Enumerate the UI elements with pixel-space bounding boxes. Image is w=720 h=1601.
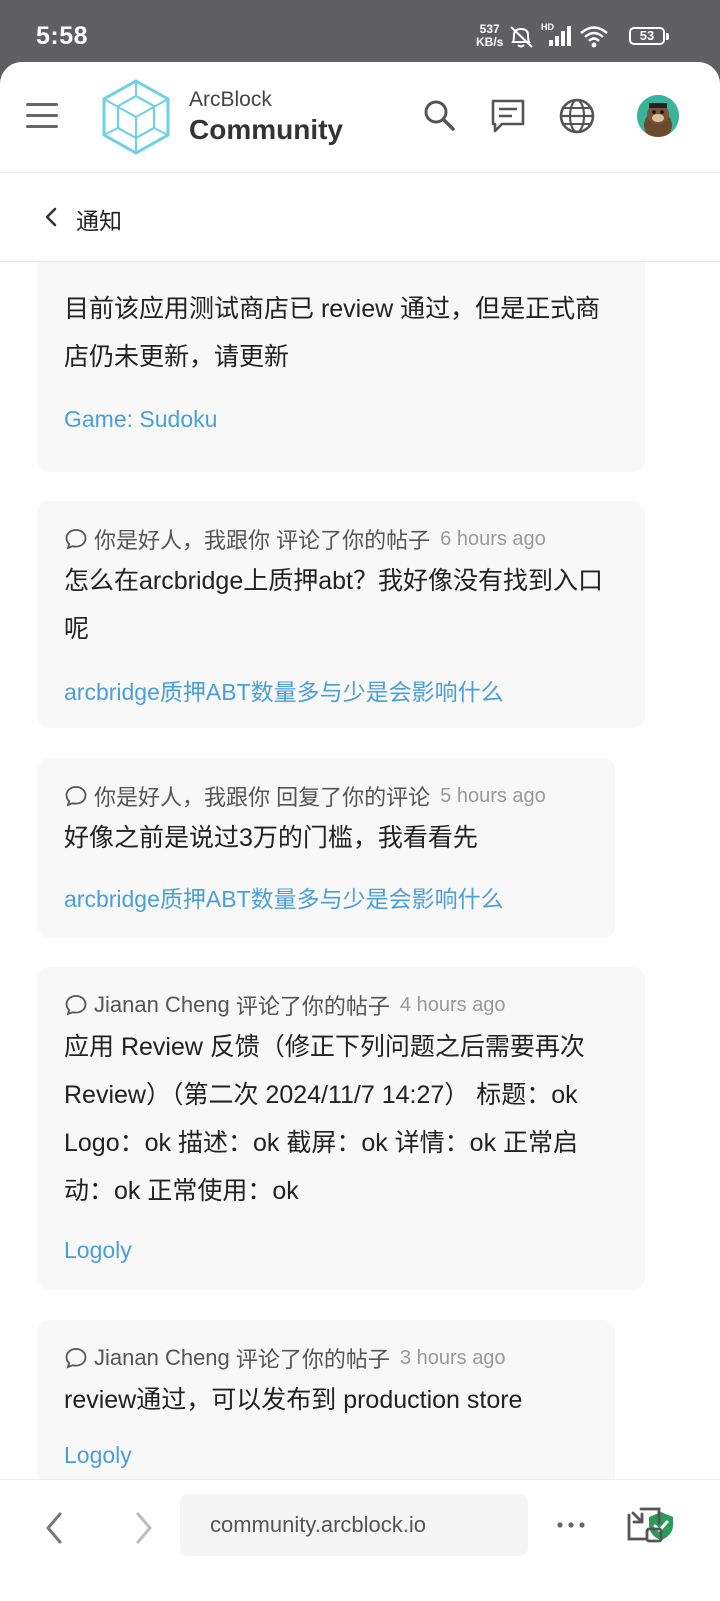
notification-header: 你是好人，我跟你 评论了你的帖子 6 hours ago bbox=[64, 523, 546, 555]
page-title-bar: 通知 bbox=[0, 173, 720, 262]
hamburger-icon[interactable] bbox=[26, 103, 58, 129]
comment-bubble-icon bbox=[65, 529, 87, 550]
page-title: 通知 bbox=[76, 208, 122, 234]
notification-card[interactable]: Jianan Cheng 评论了你的帖子 3 hours ago review通过… bbox=[37, 1320, 615, 1480]
notification-body: 好像之前是说过3万的门槛，我看看先 bbox=[64, 824, 478, 852]
notification-action: 评论了你的帖子 bbox=[276, 528, 431, 553]
user-avatar[interactable] bbox=[637, 95, 679, 137]
notification-post-link[interactable]: Game: Sudoku bbox=[64, 406, 217, 433]
mute-bell-icon bbox=[510, 26, 533, 48]
notification-post-link[interactable]: arcbridge质押ABT数量多与少是会影响什么 bbox=[64, 880, 504, 914]
notification-list[interactable]: 目前该应用测试商店已 review 通过，但是正式商店仍未更新，请更新 Game… bbox=[0, 262, 720, 1480]
notification-time: 4 hours ago bbox=[399, 993, 506, 1016]
notification-header: 你是好人，我跟你 回复了你的评论 5 hours ago bbox=[64, 780, 546, 812]
browser-toolbar: community.arcblock.io bbox=[0, 1479, 720, 1601]
more-icon[interactable] bbox=[554, 1510, 588, 1540]
chat-icon[interactable] bbox=[488, 96, 528, 136]
battery-indicator: 53 bbox=[629, 27, 669, 45]
app-sheet: ArcBlock Community 通知 目前该应用测试商店已 review … bbox=[0, 62, 720, 1600]
globe-icon[interactable] bbox=[557, 96, 597, 136]
status-bar: 5:58 537 KB/s HD 53 bbox=[0, 0, 720, 64]
notification-card[interactable]: 你是好人，我跟你 回复了你的评论 5 hours ago 好像之前是说过3万的门槛… bbox=[37, 758, 615, 938]
notification-time: 5 hours ago bbox=[440, 784, 546, 807]
network-rate-unit: KB/s bbox=[476, 35, 504, 49]
notification-header: Jianan Cheng 评论了你的帖子 4 hours ago bbox=[64, 989, 506, 1021]
notification-action: 评论了你的帖子 bbox=[235, 994, 390, 1019]
notification-action: 回复了你的评论 bbox=[276, 785, 431, 810]
browser-forward-icon[interactable] bbox=[126, 1508, 160, 1548]
network-rate: 537 KB/s bbox=[476, 23, 503, 49]
notification-time: 6 hours ago bbox=[440, 527, 546, 550]
notification-post-link[interactable]: Logoly bbox=[64, 1237, 132, 1264]
address-bar[interactable]: community.arcblock.io bbox=[180, 1494, 673, 1556]
notification-header: Jianan Cheng 评论了你的帖子 3 hours ago bbox=[64, 1342, 506, 1374]
app-header: ArcBlock Community bbox=[0, 62, 720, 173]
notification-actor[interactable]: 你是好人，我跟你 bbox=[94, 528, 270, 553]
notification-time: 3 hours ago bbox=[399, 1346, 506, 1369]
notification-action: 评论了你的帖子 bbox=[235, 1347, 390, 1372]
notification-actor[interactable]: Jianan Cheng bbox=[94, 992, 230, 1017]
arcblock-logo-icon[interactable] bbox=[100, 78, 172, 156]
brand-name: ArcBlock bbox=[189, 88, 272, 111]
notification-body: 应用 Review 反馈（修正下列问题之后需要再次 Review）（第二次 20… bbox=[64, 1033, 585, 1205]
brand-subtitle: Community bbox=[189, 114, 343, 145]
comment-bubble-icon bbox=[65, 995, 87, 1016]
notification-actor[interactable]: 你是好人，我跟你 bbox=[94, 785, 270, 810]
picture-in-picture-icon[interactable] bbox=[625, 1505, 665, 1545]
wifi-icon bbox=[580, 26, 608, 48]
search-icon[interactable] bbox=[420, 96, 460, 136]
status-time: 5:58 bbox=[36, 22, 89, 50]
notification-card[interactable]: 你是好人，我跟你 评论了你的帖子 6 hours ago 怎么在arcbridge… bbox=[37, 501, 645, 728]
comment-bubble-icon bbox=[65, 1348, 87, 1369]
chevron-left-icon[interactable] bbox=[42, 203, 62, 231]
notification-card[interactable]: 目前该应用测试商店已 review 通过，但是正式商店仍未更新，请更新 Game… bbox=[37, 262, 645, 472]
notification-post-link[interactable]: Logoly bbox=[64, 1442, 132, 1469]
notification-card[interactable]: Jianan Cheng 评论了你的帖子 4 hours ago 应用 Revie… bbox=[37, 967, 645, 1290]
notification-body: 目前该应用测试商店已 review 通过，但是正式商店仍未更新，请更新 bbox=[64, 295, 601, 371]
notification-actor[interactable]: Jianan Cheng bbox=[94, 1345, 230, 1370]
signal-icon bbox=[549, 26, 571, 46]
otter-avatar-icon bbox=[637, 95, 679, 137]
address-url: community.arcblock.io bbox=[210, 1512, 426, 1537]
notification-body: 怎么在arcbridge上质押abt？我好像没有找到入口呢 bbox=[64, 567, 603, 643]
browser-back-icon[interactable] bbox=[38, 1508, 72, 1548]
comment-bubble-icon bbox=[65, 786, 87, 807]
notification-body: review通过，可以发布到 production store bbox=[64, 1386, 523, 1414]
notification-post-link[interactable]: arcbridge质押ABT数量多与少是会影响什么 bbox=[64, 673, 504, 707]
